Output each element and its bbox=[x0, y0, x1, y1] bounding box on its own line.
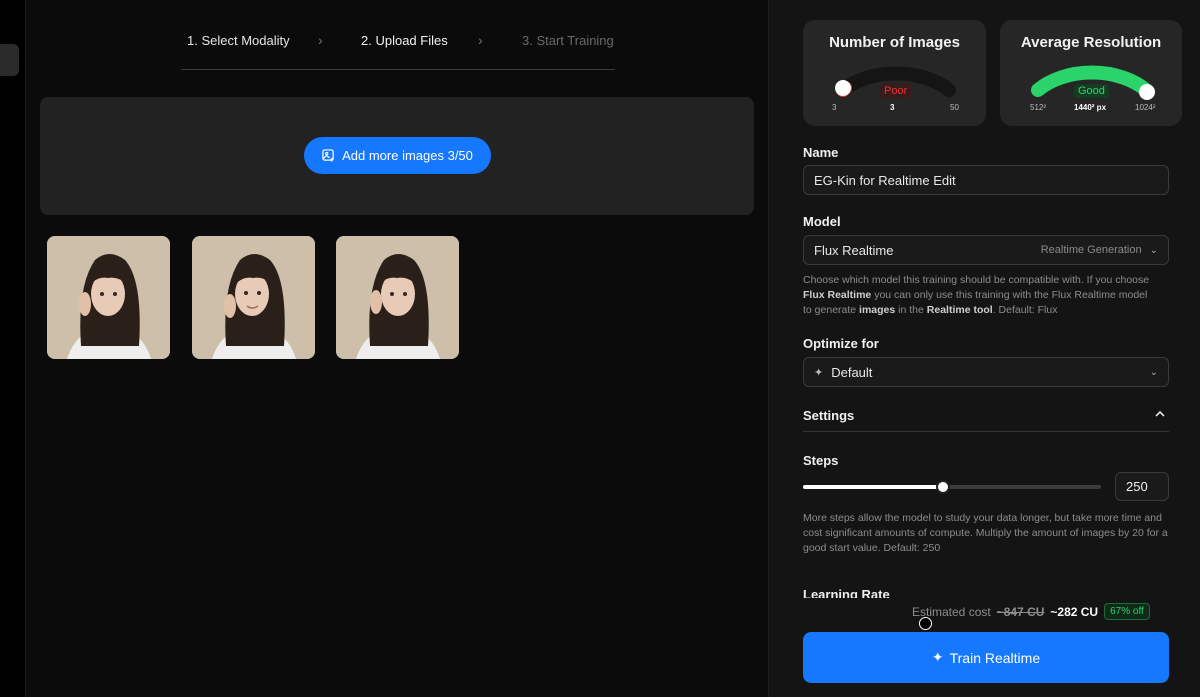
model-select[interactable]: Flux Realtime Realtime Generation ⌄ bbox=[803, 235, 1169, 265]
chevron-up-icon bbox=[1155, 410, 1165, 417]
chevron-right-icon: › bbox=[478, 32, 483, 48]
cost-old-value: ~847 CU bbox=[996, 604, 1045, 619]
optimize-select[interactable]: ✦ Default ⌄ bbox=[803, 357, 1169, 387]
image-add-icon bbox=[322, 149, 334, 162]
uploaded-image[interactable] bbox=[336, 236, 459, 359]
sparkle-icon: ✦ bbox=[814, 366, 824, 379]
steps-slider-thumb[interactable] bbox=[936, 480, 950, 494]
name-input[interactable]: EG-Kin for Realtime Edit bbox=[803, 165, 1169, 195]
settings-collapse-toggle[interactable]: Settings bbox=[803, 403, 1169, 432]
train-realtime-button[interactable]: ✦ Train Realtime bbox=[803, 632, 1169, 683]
number-of-images-card: Number of Images Poor 3 3 50 bbox=[803, 20, 986, 126]
gauge-title: Average Resolution bbox=[1020, 34, 1162, 51]
gauge-value-label: 3 bbox=[890, 103, 895, 112]
optimize-label: Optimize for bbox=[803, 336, 879, 351]
gauge-title: Number of Images bbox=[829, 34, 960, 51]
portrait-image-icon bbox=[192, 236, 315, 359]
gauge-min-label: 512² bbox=[1030, 103, 1047, 112]
settings-label: Settings bbox=[803, 408, 855, 423]
model-help-text: Choose which model this training should … bbox=[803, 274, 1150, 316]
training-settings-panel: Number of Images Poor 3 3 50 Average Res… bbox=[768, 0, 1200, 697]
quality-badge-good: Good bbox=[1074, 84, 1109, 98]
uploaded-image[interactable] bbox=[192, 236, 315, 359]
gauge-max-label: 1024² bbox=[1135, 103, 1156, 112]
add-images-button[interactable]: Add more images 3/50 bbox=[304, 137, 491, 174]
steps-help-text: More steps allow the model to study your… bbox=[803, 512, 1168, 554]
chevron-right-icon: › bbox=[318, 32, 323, 48]
steps-input[interactable]: 250 bbox=[1115, 472, 1169, 501]
mouse-cursor bbox=[919, 617, 932, 630]
step-select-modality[interactable]: 1. Select Modality bbox=[187, 33, 290, 48]
estimated-cost: Estimated cost ~847 CU ~282 CU 67% off bbox=[912, 603, 1150, 620]
steps-label: Steps bbox=[803, 453, 839, 468]
average-resolution-card: Average Resolution Good 512² 1440² px 10… bbox=[1000, 20, 1182, 126]
chevron-down-icon: ⌄ bbox=[1149, 244, 1158, 256]
quality-badge-poor: Poor bbox=[880, 84, 912, 98]
cost-new-value: ~282 CU bbox=[1050, 604, 1099, 619]
gauge-max-label: 50 bbox=[950, 103, 959, 112]
step-start-training: 3. Start Training bbox=[522, 33, 614, 48]
sparkle-icon: ✦ bbox=[931, 649, 944, 665]
gauge-value-label: 1440² px bbox=[1074, 103, 1107, 112]
portrait-image-icon bbox=[336, 236, 459, 359]
add-images-label: Add more images 3/50 bbox=[342, 148, 473, 163]
upload-dropzone[interactable]: Add more images 3/50 bbox=[40, 97, 754, 215]
model-tag: Realtime Generation bbox=[1040, 244, 1142, 256]
model-value: Flux Realtime bbox=[814, 242, 894, 258]
discount-badge: 67% off bbox=[1104, 603, 1150, 620]
stepper: 1. Select Modality › 2. Upload Files › 3… bbox=[181, 26, 615, 70]
optimize-value: Default bbox=[831, 364, 873, 380]
steps-value: 250 bbox=[1126, 479, 1148, 494]
steps-slider-fill bbox=[803, 485, 943, 489]
name-label: Name bbox=[803, 145, 839, 160]
learning-rate-label: Learning Rate bbox=[803, 587, 890, 598]
model-label: Model bbox=[803, 214, 841, 229]
portrait-image-icon bbox=[47, 236, 170, 359]
step-upload-files[interactable]: 2. Upload Files bbox=[361, 33, 448, 48]
steps-slider[interactable] bbox=[803, 480, 1101, 494]
left-rail bbox=[0, 0, 26, 697]
name-value: EG-Kin for Realtime Edit bbox=[814, 172, 956, 188]
train-button-label: Train Realtime bbox=[949, 649, 1041, 666]
rail-toggle-button[interactable] bbox=[0, 44, 19, 76]
main-area: 1. Select Modality › 2. Upload Files › 3… bbox=[27, 0, 768, 697]
chevron-down-icon: ⌄ bbox=[1149, 366, 1158, 378]
uploaded-image[interactable] bbox=[47, 236, 170, 359]
gauge-min-label: 3 bbox=[832, 103, 837, 112]
